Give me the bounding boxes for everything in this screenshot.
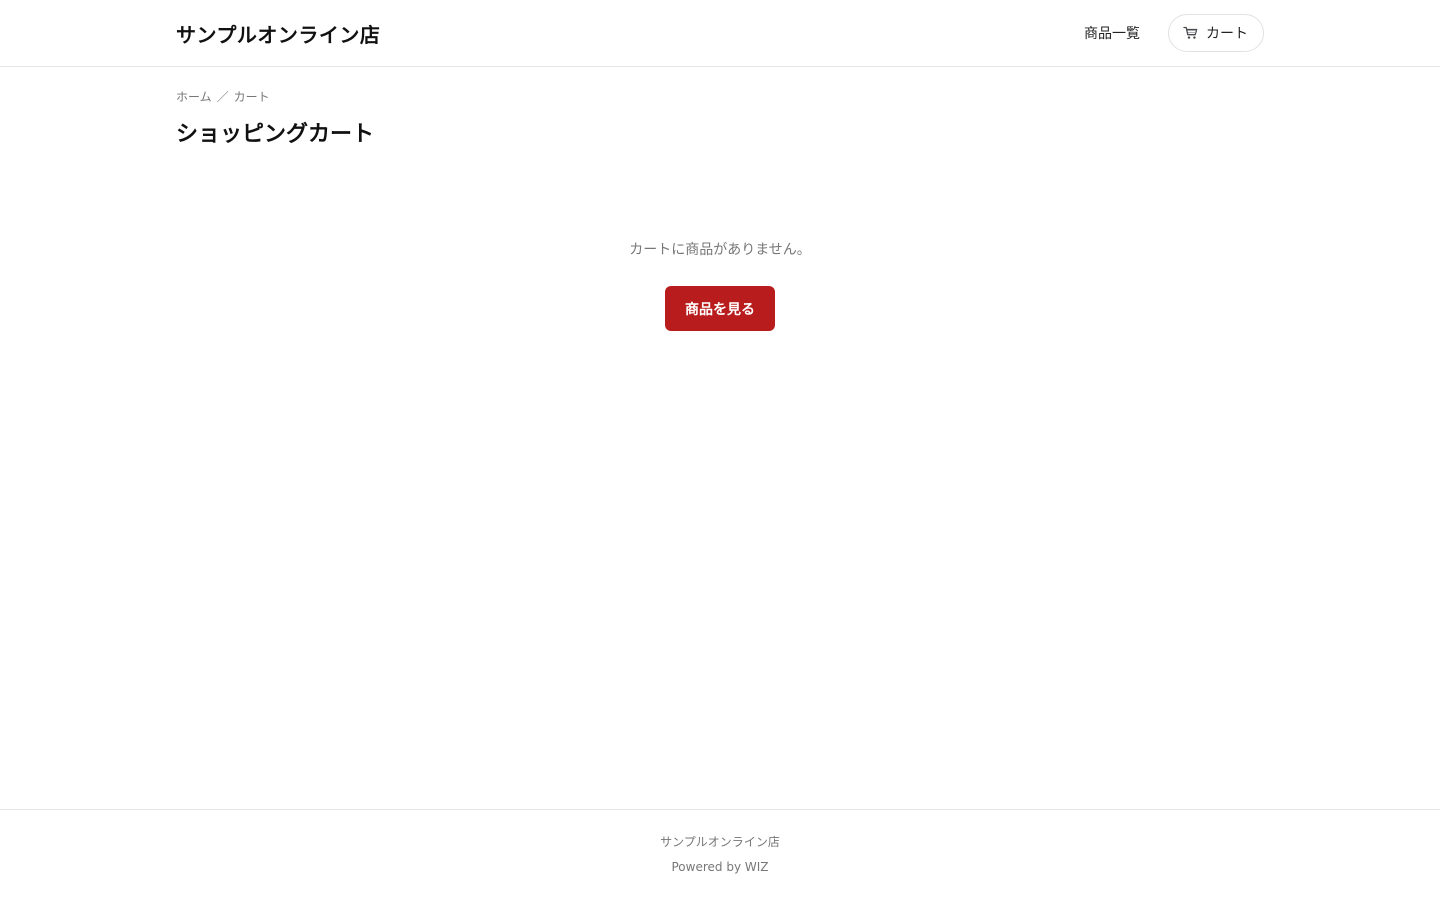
page: サンプルオンライン店 商品一覧 カート ホーム ／ カート ショッピングカート … (0, 0, 1440, 900)
site-header: サンプルオンライン店 商品一覧 カート (0, 0, 1440, 67)
page-title: ショッピングカート (176, 122, 375, 147)
cart-button[interactable]: カート (1168, 14, 1264, 52)
cart-button-label: カート (1206, 26, 1248, 42)
cart-icon (1183, 26, 1198, 39)
breadcrumb: ホーム ／ カート (176, 88, 270, 105)
breadcrumb-home-link[interactable]: ホーム (176, 88, 212, 105)
nav-products-link[interactable]: 商品一覧 (1084, 23, 1140, 43)
breadcrumb-separator: ／ (216, 90, 229, 104)
main-nav: 商品一覧 カート (1084, 14, 1264, 52)
browse-products-button[interactable]: 商品を見る (665, 286, 775, 331)
footer-powered-by: Powered by WIZ (671, 860, 769, 874)
shop-logo-link[interactable]: サンプルオンライン店 (176, 19, 380, 48)
footer-shop-name: サンプルオンライン店 (660, 835, 780, 849)
breadcrumb-current: カート (233, 90, 270, 104)
empty-cart-message: カートに商品がありません。 (629, 242, 811, 258)
site-footer: サンプルオンライン店 Powered by WIZ (0, 809, 1440, 900)
header-inner: サンプルオンライン店 商品一覧 カート (176, 0, 1264, 66)
